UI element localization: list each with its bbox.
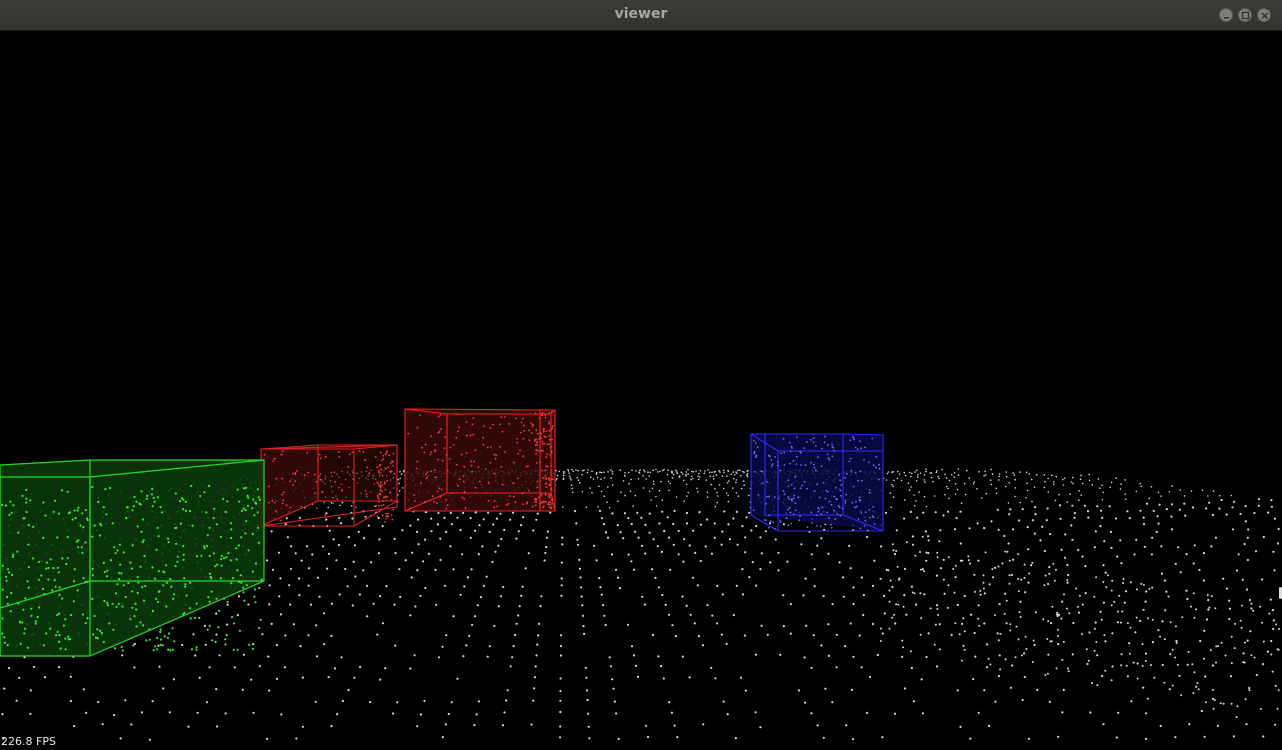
red-bounding-box-left <box>260 444 398 527</box>
maximize-icon[interactable] <box>1238 8 1252 22</box>
minimize-icon[interactable] <box>1219 8 1233 22</box>
green-bounding-box <box>0 459 265 657</box>
title-bar[interactable]: viewer <box>0 0 1282 31</box>
point-cloud-scene <box>0 408 1281 741</box>
window-title: viewer <box>614 6 668 22</box>
red-bounding-box-center <box>404 408 556 512</box>
3d-viewport[interactable]: 226.8 FPS <box>0 31 1282 750</box>
close-icon[interactable] <box>1257 8 1271 22</box>
fps-counter: 226.8 FPS <box>1 735 56 748</box>
viewer-window: viewer 226.8 FPS <box>0 0 1282 750</box>
blue-bounding-box <box>750 433 884 532</box>
